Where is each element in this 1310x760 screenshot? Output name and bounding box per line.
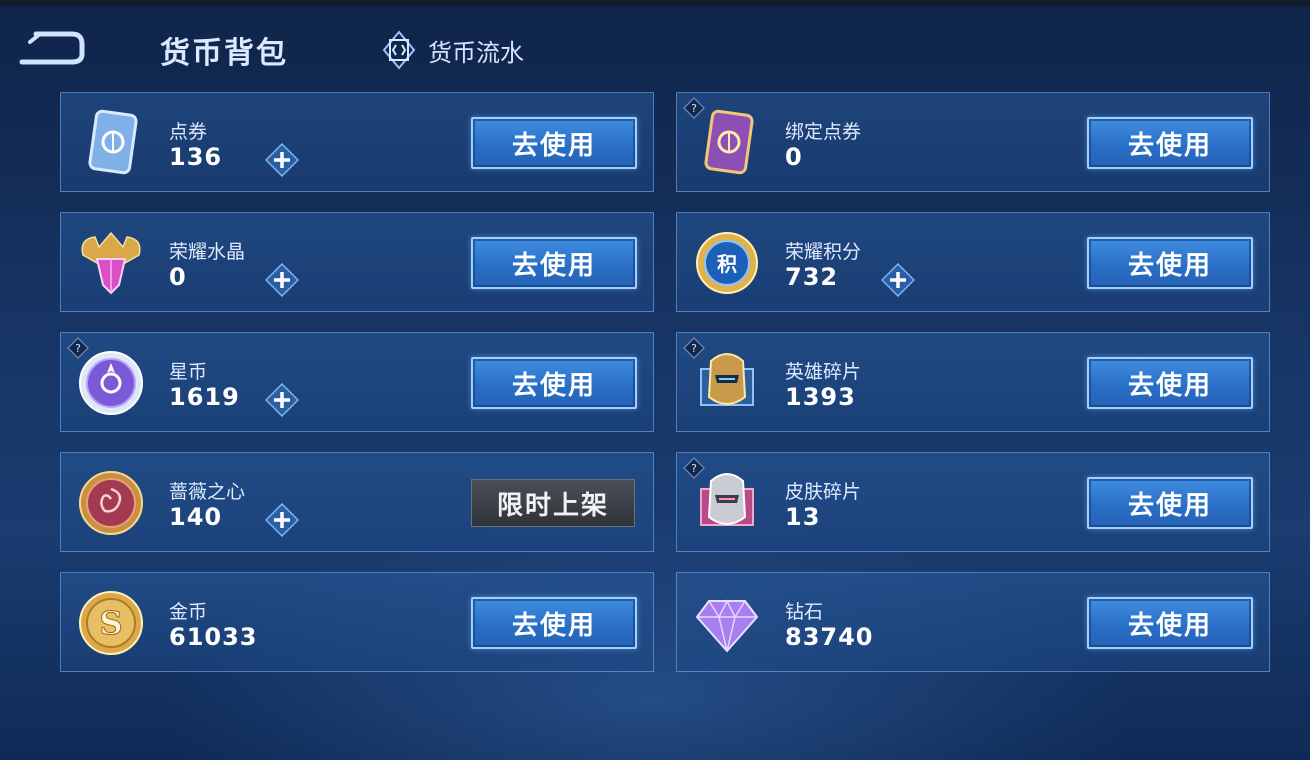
plus-icon[interactable]	[265, 263, 299, 297]
currency-card-bound-dianquan: ? 绑定点券 0 去使用	[676, 92, 1270, 192]
plus-icon[interactable]	[265, 143, 299, 177]
skin-shard-helmet-icon	[700, 473, 754, 526]
currency-amount: 0	[169, 263, 187, 291]
currency-card-glory-crystal: 荣耀水晶 0 去使用	[60, 212, 654, 312]
currency-card-gold-coin: S 金币 61033 去使用	[60, 572, 654, 672]
currency-amount: 0	[785, 143, 803, 171]
top-edge-bar	[0, 0, 1310, 6]
currency-amount: 136	[169, 143, 223, 171]
currency-card-rose-heart: 蔷薇之心 140 限时上架	[60, 452, 654, 552]
plus-icon[interactable]	[881, 263, 915, 297]
limited-time-button[interactable]: 限时上架	[471, 479, 635, 527]
currency-name: 蔷薇之心	[169, 481, 246, 503]
currency-name: 绑定点券	[785, 121, 862, 143]
use-button[interactable]: 去使用	[471, 237, 637, 289]
page-title: 货币背包	[160, 36, 288, 71]
currency-amount: 732	[785, 263, 839, 291]
currency-flow-tab[interactable]: 货币流水	[382, 30, 524, 70]
currency-name: 点券	[169, 121, 208, 143]
currency-name: 星币	[169, 361, 208, 383]
use-button[interactable]: 去使用	[471, 117, 637, 169]
currency-amount: 1393	[785, 383, 856, 411]
currency-name: 皮肤碎片	[785, 481, 862, 503]
currency-name: 金币	[169, 601, 208, 623]
use-button[interactable]: 去使用	[471, 597, 637, 649]
currency-name: 荣耀水晶	[169, 241, 246, 263]
ledger-diamond-icon	[382, 30, 416, 70]
glory-crystal-icon	[81, 231, 141, 295]
currency-name: 英雄碎片	[785, 361, 862, 383]
bound-coupon-icon	[704, 109, 754, 175]
svg-text:积: 积	[717, 252, 737, 276]
use-button[interactable]: 去使用	[1087, 597, 1253, 649]
currency-card-dianquan: 点券 136 去使用	[60, 92, 654, 192]
currency-card-hero-shards: ? 英雄碎片 1393 去使用	[676, 332, 1270, 432]
use-button[interactable]: 去使用	[1087, 357, 1253, 409]
diamond-gem-icon	[695, 599, 759, 653]
plus-icon[interactable]	[265, 503, 299, 537]
use-button[interactable]: 去使用	[1087, 117, 1253, 169]
gold-coin-icon: S	[79, 591, 143, 655]
use-button[interactable]: 去使用	[471, 357, 637, 409]
glory-points-coin-icon: 积	[696, 232, 758, 294]
currency-amount: 140	[169, 503, 223, 531]
currency-amount: 83740	[785, 623, 874, 651]
rose-heart-coin-icon	[79, 471, 143, 535]
svg-text:S: S	[99, 604, 122, 642]
currency-card-glory-points: 积 荣耀积分 732 去使用	[676, 212, 1270, 312]
currency-name: 荣耀积分	[785, 241, 862, 263]
currency-name: 钻石	[785, 601, 824, 623]
currency-amount: 61033	[169, 623, 258, 651]
currency-card-star-coin: ? 星币 1619 去使用	[60, 332, 654, 432]
coupon-ticket-icon	[88, 109, 138, 175]
star-coin-icon	[79, 351, 143, 415]
back-arrow-icon[interactable]	[14, 28, 86, 68]
currency-amount: 1619	[169, 383, 240, 411]
currency-card-skin-shards: ? 皮肤碎片 13 去使用	[676, 452, 1270, 552]
use-button[interactable]: 去使用	[1087, 237, 1253, 289]
use-button[interactable]: 去使用	[1087, 477, 1253, 529]
currency-card-diamond: 钻石 83740 去使用	[676, 572, 1270, 672]
currency-amount: 13	[785, 503, 821, 531]
currency-flow-label: 货币流水	[428, 38, 524, 67]
hero-shard-helmet-icon	[700, 353, 754, 406]
plus-icon[interactable]	[265, 383, 299, 417]
